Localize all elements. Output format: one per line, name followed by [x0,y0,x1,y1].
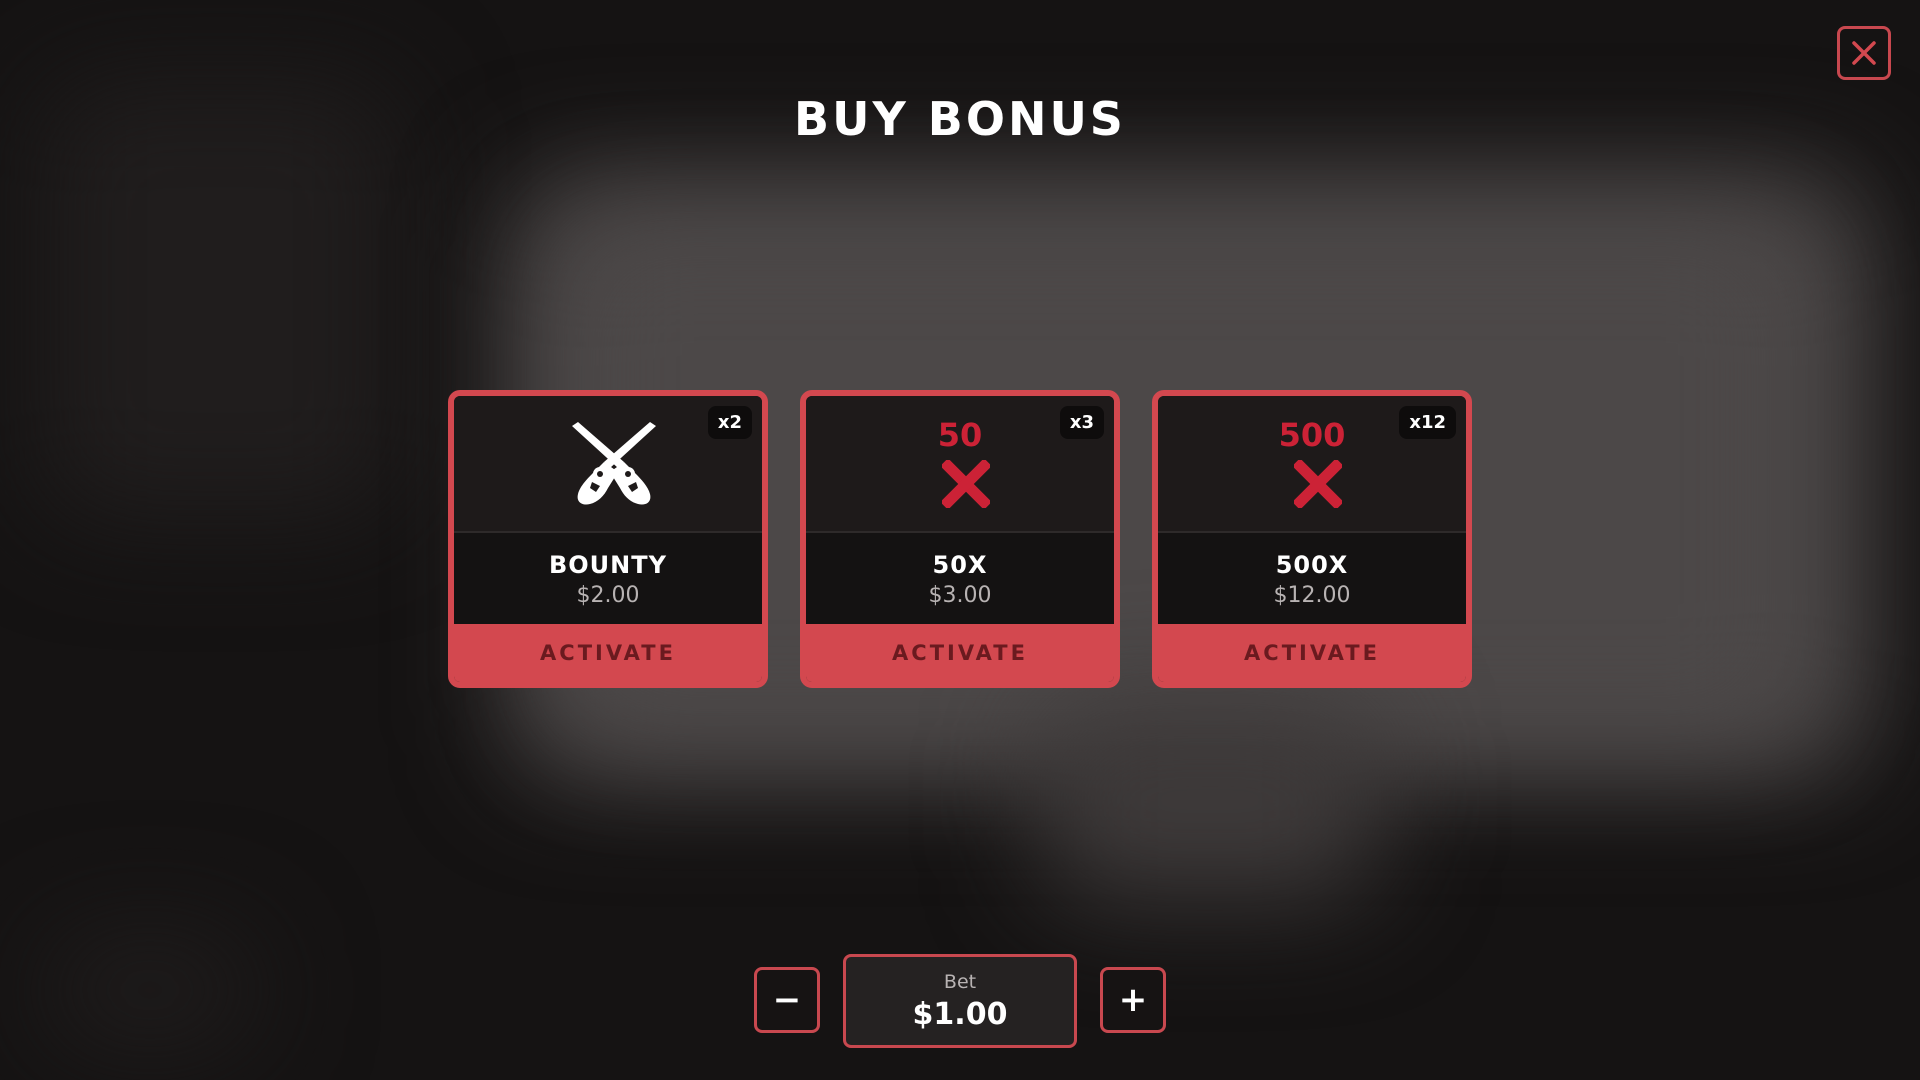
crossed-revolvers-icon [572,422,656,505]
plus-icon: + [1118,980,1148,1020]
bonus-card-500x[interactable]: 500 x12 500X $12.00 ACTIVATE [1152,390,1472,688]
decrease-bet-button[interactable]: − [754,967,820,1033]
minus-icon: − [772,980,802,1020]
close-button[interactable] [1837,26,1891,80]
buy-bonus-screen: BUY BONUS x2 BOUNTY $2.00 ACTIVATE 50 x3… [0,0,1920,1080]
card-multiplier-badge: x3 [1059,406,1104,439]
card-price: $12.00 [1273,583,1351,608]
bet-label: Bet [943,971,977,993]
card-name: BOUNTY [548,551,668,579]
card-price: $3.00 [928,583,992,608]
increase-bet-button[interactable]: + [1100,967,1166,1033]
bonus-card-bounty[interactable]: x2 BOUNTY $2.00 ACTIVATE [448,390,768,688]
activate-button[interactable]: ACTIVATE [806,624,1114,682]
card-image: 500 x12 [1158,396,1466,533]
card-image: 50 x3 [806,396,1114,533]
bet-controls: − Bet $1.00 + [0,954,1920,1050]
card-multiplier-badge: x2 [707,406,752,439]
activate-button[interactable]: ACTIVATE [454,624,762,682]
card-multiplier-badge: x12 [1399,406,1456,439]
close-icon [1852,41,1876,65]
multiplier-x-icon [1294,460,1342,508]
page-title: BUY BONUS [794,92,1126,146]
bonus-cards: x2 BOUNTY $2.00 ACTIVATE 50 x3 50X $3.00 [448,390,1472,690]
card-image: x2 [454,396,762,533]
card-name: 500X [1275,551,1349,579]
card-info: 50X $3.00 [806,533,1114,626]
background-blur [1040,700,1380,900]
activate-button[interactable]: ACTIVATE [1158,624,1466,682]
multiplier-x-icon [942,460,990,508]
bonus-card-50x[interactable]: 50 x3 50X $3.00 ACTIVATE [800,390,1120,688]
bet-value: $1.00 [912,997,1008,1032]
card-info: BOUNTY $2.00 [454,533,762,626]
card-info: 500X $12.00 [1158,533,1466,626]
bet-display: Bet $1.00 [843,954,1077,1048]
card-name: 50X [932,551,988,579]
card-price: $2.00 [576,583,640,608]
background-blur [40,80,400,520]
